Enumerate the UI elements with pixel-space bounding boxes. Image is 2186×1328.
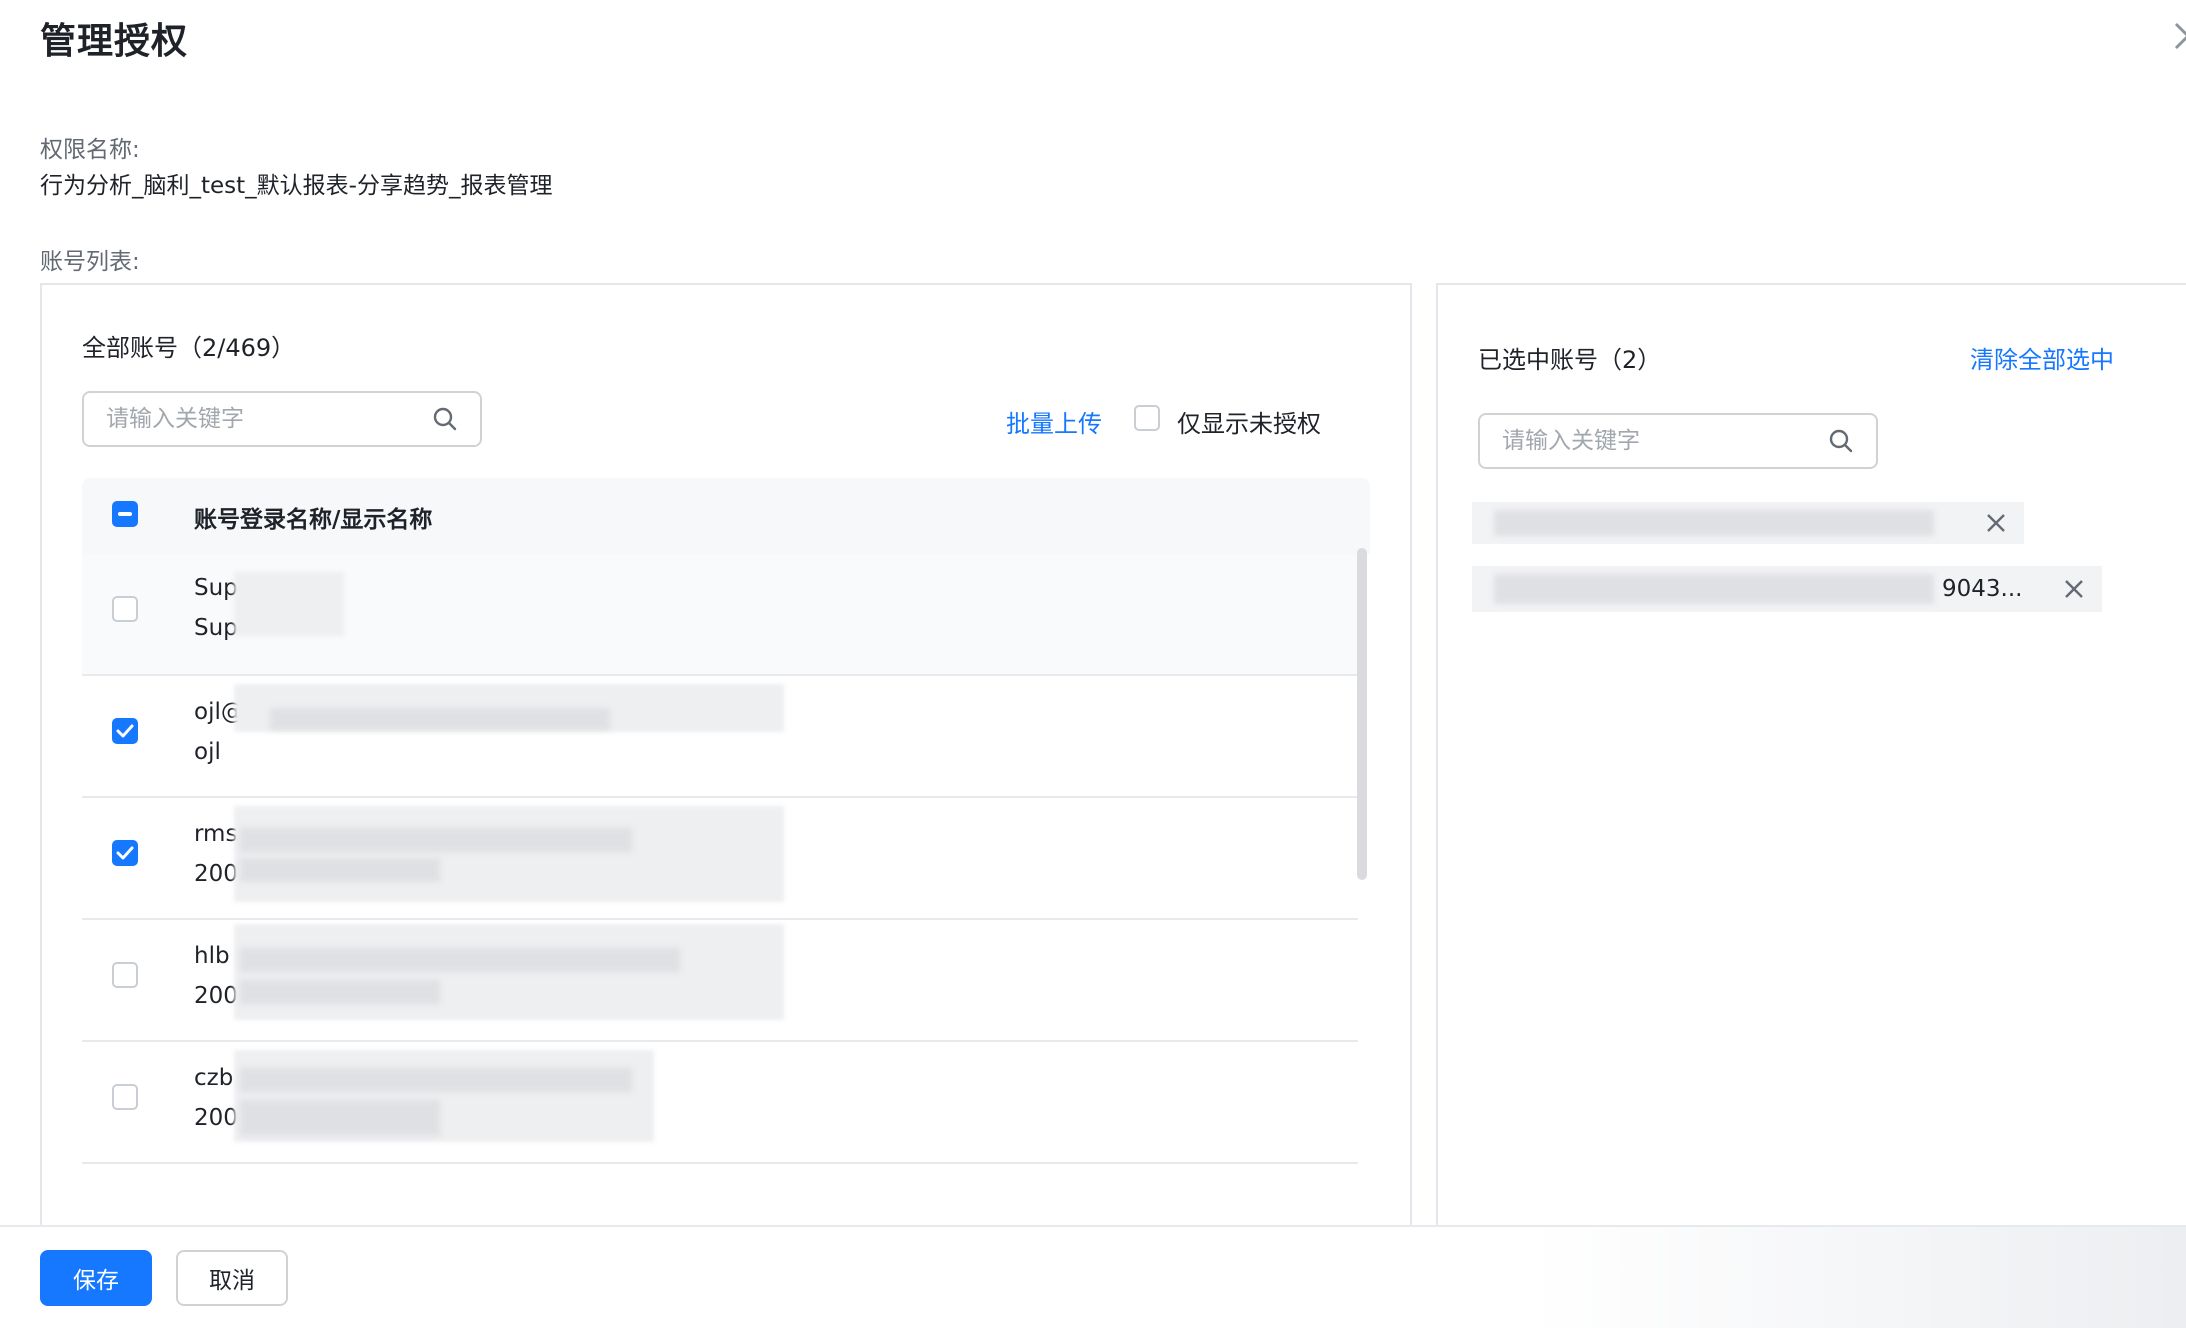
row-display-name: 200: [194, 1105, 238, 1131]
redacted-block: [270, 708, 610, 730]
account-list-label: 账号列表:: [40, 249, 140, 275]
dialog-footer: [0, 1225, 2186, 1328]
select-all-checkbox[interactable]: [112, 501, 138, 527]
table-scrollbar[interactable]: [1357, 548, 1367, 880]
only-unauthorized-label[interactable]: 仅显示未授权: [1177, 404, 1321, 439]
row-checkbox[interactable]: [112, 596, 138, 622]
close-icon[interactable]: [2170, 14, 2186, 54]
row-checkbox[interactable]: [112, 1084, 138, 1110]
row-checkbox-checked[interactable]: [112, 840, 138, 866]
selected-account-tag: 9043...: [1472, 566, 2102, 612]
check-icon: [116, 724, 134, 738]
redacted-block: [1494, 510, 1934, 536]
batch-upload-link[interactable]: 批量上传: [1006, 404, 1102, 439]
selected-accounts-search[interactable]: [1478, 413, 1878, 469]
dialog-title: 管理授权: [40, 21, 189, 62]
remove-tag-icon[interactable]: [1984, 511, 2008, 535]
all-accounts-search[interactable]: [82, 391, 482, 447]
permission-name-label: 权限名称:: [40, 137, 140, 163]
selected-accounts-search-input[interactable]: [1502, 428, 1828, 454]
check-icon: [116, 846, 134, 860]
only-unauthorized-checkbox[interactable]: [1134, 405, 1160, 431]
redacted-block: [240, 948, 680, 972]
redacted-block: [234, 806, 784, 902]
selected-account-tag: [1472, 502, 2024, 544]
redacted-block: [240, 1068, 632, 1092]
column-header-account: 账号登录名称/显示名称: [194, 507, 433, 533]
save-button[interactable]: 保存: [40, 1250, 152, 1306]
tag-text: 9043...: [1942, 576, 2023, 602]
row-login-name: rms: [194, 821, 238, 847]
search-icon[interactable]: [432, 406, 458, 432]
row-login-name: hlb: [194, 943, 230, 969]
redacted-block: [240, 828, 632, 852]
redacted-block: [240, 980, 440, 1004]
cancel-button[interactable]: 取消: [176, 1250, 288, 1306]
redacted-block: [240, 1100, 440, 1136]
permission-name-value: 行为分析_脑利_test_默认报表-分享趋势_报表管理: [40, 173, 553, 199]
row-login-name: czb: [194, 1065, 234, 1091]
row-login-name: Sup: [194, 575, 238, 601]
row-checkbox-checked[interactable]: [112, 718, 138, 744]
clear-all-selected-link[interactable]: 清除全部选中: [1970, 340, 2114, 375]
row-checkbox[interactable]: [112, 962, 138, 988]
indeterminate-icon: [118, 512, 132, 516]
row-display-name: 200: [194, 861, 238, 887]
row-display-name: Sup: [194, 615, 238, 641]
redacted-block: [234, 572, 344, 636]
row-display-name: ojl: [194, 739, 221, 765]
all-accounts-search-input[interactable]: [106, 406, 432, 432]
selected-accounts-title: 已选中账号（2）: [1478, 346, 1662, 374]
redacted-block: [240, 858, 440, 882]
search-icon[interactable]: [1828, 428, 1854, 454]
redacted-block: [234, 924, 784, 1020]
all-accounts-title: 全部账号（2/469）: [82, 334, 296, 362]
redacted-block: [1494, 574, 1934, 604]
remove-tag-icon[interactable]: [2062, 577, 2086, 601]
row-display-name: 200: [194, 983, 238, 1009]
